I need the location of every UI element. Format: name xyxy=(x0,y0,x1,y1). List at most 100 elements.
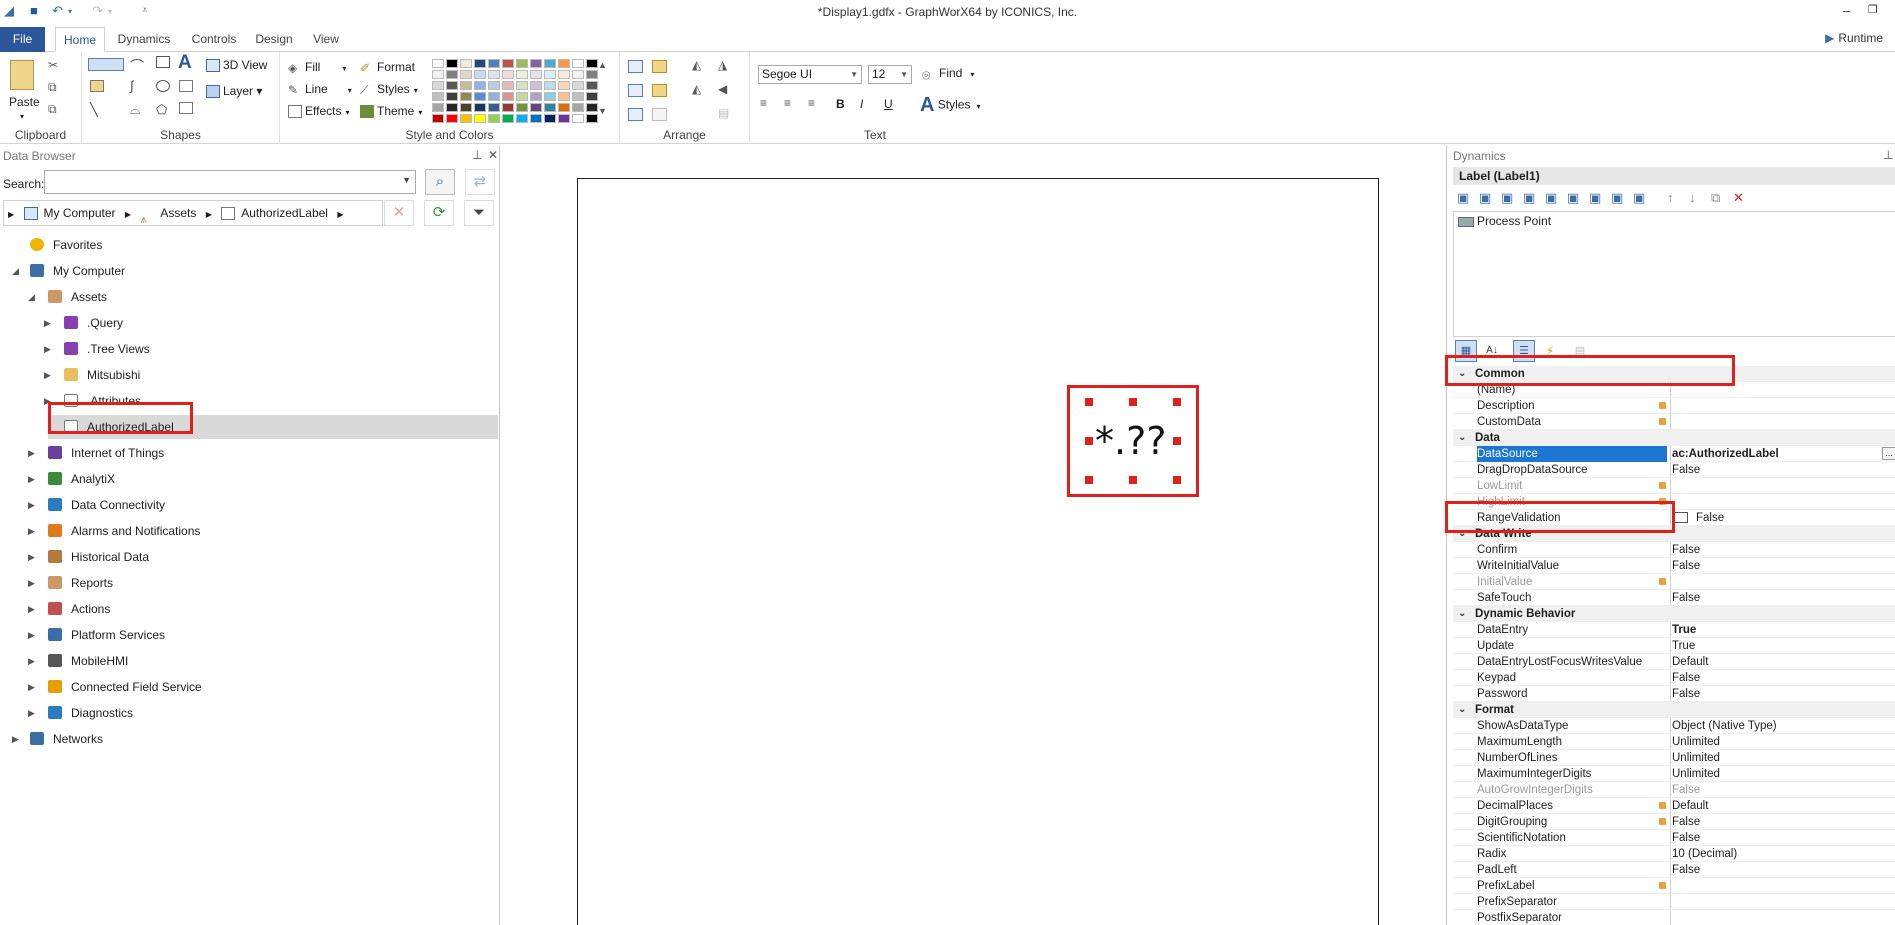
color-swatch[interactable] xyxy=(558,81,570,90)
color-swatch[interactable] xyxy=(558,59,570,68)
copy-icon[interactable]: ⧉ xyxy=(48,80,57,95)
color-swatch[interactable] xyxy=(516,70,528,79)
arc-tool-icon[interactable]: ⌒ xyxy=(130,56,144,76)
polygon-tool-icon[interactable]: ⬠ xyxy=(156,102,167,118)
breadcrumb-item[interactable]: Assets xyxy=(160,206,196,220)
binding-marker-icon[interactable] xyxy=(1659,802,1666,809)
collapsed-arrow-icon[interactable]: ▶ xyxy=(28,467,35,491)
align-left-icon[interactable]: ≡ xyxy=(760,96,767,110)
fill-shape-icon[interactable] xyxy=(90,80,104,92)
effects-button[interactable]: Effects ▾ xyxy=(288,104,349,119)
distribute-icon[interactable] xyxy=(652,108,667,121)
property-category[interactable]: ⌄ Dynamic Behavior xyxy=(1453,606,1895,622)
property-row[interactable]: Confirm False xyxy=(1453,542,1895,558)
property-value[interactable]: 10 (Decimal) xyxy=(1672,846,1737,862)
color-swatch[interactable] xyxy=(572,92,584,101)
collapsed-arrow-icon[interactable]: ▶ xyxy=(28,571,35,595)
bring-forward-icon[interactable] xyxy=(652,60,667,73)
property-value[interactable]: True xyxy=(1672,638,1695,654)
resize-handle[interactable] xyxy=(1085,398,1093,406)
expanded-arrow-icon[interactable]: ◢ xyxy=(12,259,19,283)
color-swatch[interactable] xyxy=(432,81,444,90)
tab-file[interactable]: File xyxy=(0,27,45,52)
color-swatch[interactable] xyxy=(502,70,514,79)
property-value[interactable]: False xyxy=(1672,462,1700,478)
collapsed-arrow-icon[interactable]: ▶ xyxy=(28,441,35,465)
resize-handle[interactable] xyxy=(1173,476,1181,484)
color-swatch[interactable] xyxy=(530,59,542,68)
color-swatch[interactable] xyxy=(502,81,514,90)
property-value[interactable]: False xyxy=(1672,782,1700,798)
color-swatch[interactable] xyxy=(460,81,472,90)
pin-icon[interactable]: ⊥ xyxy=(1883,148,1893,162)
property-row[interactable]: DataEntryLostFocusWritesValue Default xyxy=(1453,654,1895,670)
color-swatch[interactable] xyxy=(488,70,500,79)
tree-item[interactable]: ▶ Internet of Things xyxy=(0,441,498,465)
property-value[interactable]: False xyxy=(1672,686,1700,702)
tree-item[interactable]: ◢ Assets xyxy=(0,285,498,309)
rotate-left-icon[interactable]: ◀ xyxy=(718,82,727,96)
restore-icon[interactable]: ❐ xyxy=(1868,3,1878,16)
color-swatch[interactable] xyxy=(446,92,458,101)
property-row[interactable]: Keypad False xyxy=(1453,670,1895,686)
property-value[interactable]: Default xyxy=(1672,798,1708,814)
tree-item[interactable]: ▶ AnalytiX xyxy=(0,467,498,491)
tree-item[interactable]: Favorites xyxy=(0,233,498,257)
paste-button[interactable]: Paste xyxy=(9,95,40,109)
symbol-tool-icon[interactable] xyxy=(179,102,193,114)
text-icon[interactable]: ▣ xyxy=(1611,190,1623,206)
tree-item[interactable]: ▶ MobileHMI xyxy=(0,649,498,673)
property-value[interactable]: True xyxy=(1672,622,1696,638)
tree-item[interactable]: ▶ Platform Services xyxy=(0,623,498,647)
property-value[interactable]: Unlimited xyxy=(1672,766,1720,782)
color-swatch[interactable] xyxy=(446,59,458,68)
collapsed-arrow-icon[interactable]: ▶ xyxy=(44,337,51,361)
binding-marker-icon[interactable] xyxy=(1659,882,1666,889)
send-backward-icon[interactable] xyxy=(652,84,667,97)
paste-dropdown-icon[interactable]: ▾ xyxy=(20,112,24,121)
hierarchy-icon[interactable]: ▣ xyxy=(1479,190,1491,206)
curve-tool-icon[interactable]: ∫ xyxy=(130,78,134,93)
chevron-down-icon[interactable]: ⌄ xyxy=(1458,430,1466,446)
tree-item[interactable]: ▶ .Tree Views xyxy=(0,337,498,361)
color-swatch[interactable] xyxy=(516,114,528,123)
group-icon[interactable] xyxy=(628,60,643,73)
color-swatch[interactable] xyxy=(586,70,598,79)
color-swatch[interactable] xyxy=(572,103,584,112)
color-swatch[interactable] xyxy=(446,81,458,90)
color-swatch[interactable] xyxy=(530,103,542,112)
select-tool-icon[interactable] xyxy=(88,58,124,71)
rectangle-tool-icon[interactable] xyxy=(156,56,170,68)
collapsed-arrow-icon[interactable]: ▶ xyxy=(28,493,35,517)
move-icon[interactable]: ▣ xyxy=(1501,190,1513,206)
property-row[interactable]: CustomData xyxy=(1453,414,1895,430)
color-swatch[interactable] xyxy=(488,114,500,123)
property-value[interactable]: False xyxy=(1672,542,1700,558)
image-tool-icon[interactable] xyxy=(179,80,193,92)
underline-button[interactable]: U xyxy=(884,97,893,111)
size-icon[interactable]: ▤ xyxy=(718,106,729,120)
text-tool-icon[interactable]: A xyxy=(178,52,192,74)
styles-button[interactable]: ⟋ Styles ▾ xyxy=(360,82,418,97)
resize-handle[interactable] xyxy=(1129,476,1137,484)
palette-scroll-down-icon[interactable]: ▼ xyxy=(598,106,607,116)
collapsed-arrow-icon[interactable]: ▶ xyxy=(44,363,51,387)
property-row[interactable]: Description xyxy=(1453,398,1895,414)
collapsed-arrow-icon[interactable]: ▶ xyxy=(28,623,35,647)
collapsed-arrow-icon[interactable]: ▶ xyxy=(28,597,35,621)
color-swatch[interactable] xyxy=(474,103,486,112)
color-swatch[interactable] xyxy=(586,92,598,101)
color-swatch[interactable] xyxy=(530,114,542,123)
flip-vertical-icon[interactable]: ◭ xyxy=(692,82,701,96)
resize-handle[interactable] xyxy=(1085,476,1093,484)
tree-item[interactable]: ▶ Connected Field Service xyxy=(0,675,498,699)
color-swatch[interactable] xyxy=(558,92,570,101)
color-swatch[interactable] xyxy=(586,114,598,123)
color-swatch[interactable] xyxy=(474,114,486,123)
property-row[interactable]: WriteInitialValue False xyxy=(1453,558,1895,574)
color-swatch[interactable] xyxy=(488,103,500,112)
property-row[interactable]: PrefixSeparator xyxy=(1453,894,1895,910)
color-swatch[interactable] xyxy=(432,59,444,68)
color-swatch[interactable] xyxy=(544,81,556,90)
display-page[interactable] xyxy=(577,178,1379,925)
